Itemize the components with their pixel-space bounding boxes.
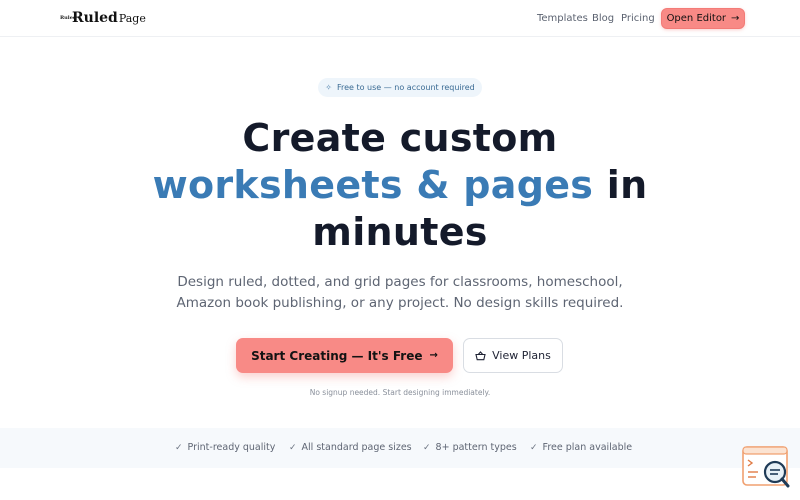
signup-note: No signup needed. Start designing immedi…	[309, 388, 491, 397]
headline-line-2: worksheets & pages in	[0, 162, 800, 209]
view-plans-label: View Plans	[492, 349, 551, 362]
headline-accent: worksheets & pages	[152, 163, 594, 207]
logo-page-text: Page	[118, 12, 146, 25]
nav-templates[interactable]: Templates	[537, 13, 588, 24]
check-icon: ✓	[423, 442, 431, 453]
feature-item: ✓ Free plan available	[530, 442, 632, 453]
arrow-right-icon: →	[429, 350, 438, 361]
check-icon: ✓	[530, 442, 538, 453]
feature-label: All standard page sizes	[301, 442, 412, 453]
sparkle-icon: ✧	[325, 83, 332, 92]
feature-label: 8+ pattern types	[435, 442, 517, 453]
nav-blog[interactable]: Blog	[592, 13, 614, 24]
check-icon: ✓	[175, 442, 183, 453]
headline-line-1: Create custom	[242, 116, 558, 160]
view-plans-button[interactable]: View Plans	[463, 338, 563, 373]
nav-pricing[interactable]: Pricing	[621, 13, 655, 24]
check-icon: ✓	[289, 442, 297, 453]
subtext-line-1: Design ruled, dotted, and grid pages for…	[177, 274, 623, 290]
subtext-line-2: Amazon book publishing, or any project. …	[176, 295, 624, 311]
site-header: Ruled Ruled Page Templates Blog Pricing …	[0, 0, 800, 37]
features-strip: ✓ Print-ready quality ✓ All standard pag…	[0, 428, 800, 468]
badge-text: Free to use — no account required	[336, 83, 475, 92]
start-creating-label: Start Creating — It's Free	[251, 348, 423, 363]
logo[interactable]: Ruled Ruled Page	[60, 10, 146, 28]
start-creating-button[interactable]: Start Creating — It's Free →	[236, 338, 453, 373]
hero-headline: Create custom worksheets & pages in minu…	[0, 115, 800, 256]
basket-icon	[475, 350, 486, 360]
feature-item: ✓ Print-ready quality	[175, 442, 275, 453]
feature-label: Print-ready quality	[187, 442, 276, 453]
help-widget-icon[interactable]	[742, 446, 790, 490]
hero-subtext: Design ruled, dotted, and grid pages for…	[0, 272, 800, 314]
arrow-right-icon: →	[731, 13, 740, 24]
open-editor-label: Open Editor	[666, 13, 727, 24]
feature-label: Free plan available	[542, 442, 633, 453]
headline-line-3: minutes	[312, 210, 488, 254]
free-badge: ✧ Free to use — no account required	[318, 78, 482, 97]
logo-mark: Ruled	[60, 15, 77, 21]
feature-item: ✓ All standard page sizes	[289, 442, 412, 453]
headline-line-2-rest: in	[593, 163, 648, 207]
open-editor-button[interactable]: Open Editor →	[661, 8, 745, 29]
logo-ruled-text: Ruled	[72, 10, 118, 26]
feature-item: ✓ 8+ pattern types	[423, 442, 517, 453]
